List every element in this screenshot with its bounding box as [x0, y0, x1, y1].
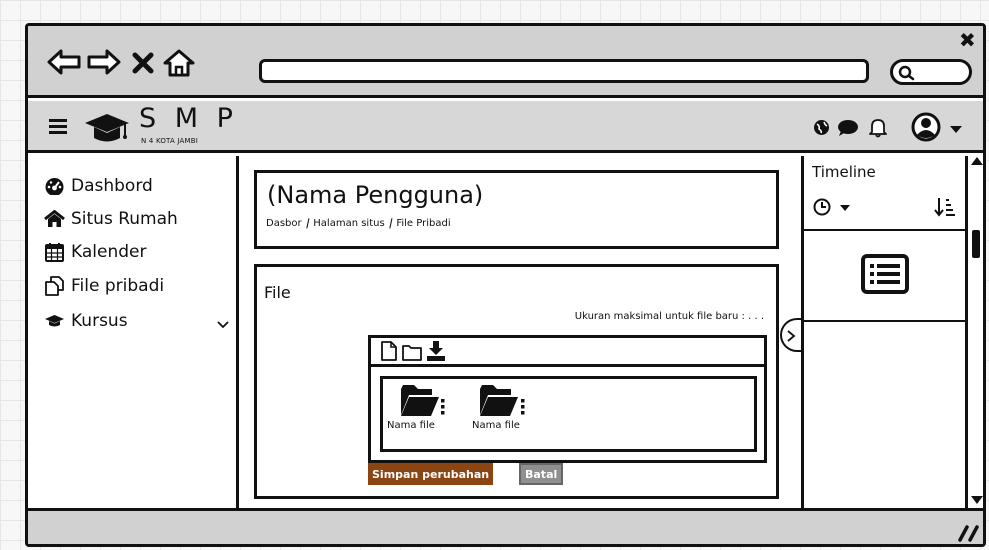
globe-icon[interactable] [813, 119, 830, 136]
new-file-icon[interactable] [380, 340, 398, 362]
calendar-icon [45, 243, 64, 262]
sidebar-item-label: File pribadi [71, 276, 165, 296]
home-nav-icon[interactable] [161, 48, 197, 78]
files-icon [45, 276, 64, 296]
file-card: File Ukuran maksimal untuk file baru : .… [254, 264, 779, 499]
cancel-button[interactable]: Batal [519, 463, 564, 485]
search-box[interactable] [890, 59, 972, 85]
timeline-title: Timeline [812, 163, 876, 181]
chevron-right-icon [787, 330, 796, 342]
sidebar-item-kalender[interactable]: Kalender [44, 242, 146, 262]
status-bar [28, 508, 983, 544]
resize-handle-icon[interactable] [958, 523, 980, 543]
breadcrumb: Dasbor | Halaman situs | File Pribadi [266, 218, 451, 229]
sidebar-item-situs-rumah[interactable]: Situs Rumah [44, 209, 178, 229]
sidebar-item-file-pribadi[interactable]: File pribadi [44, 276, 164, 296]
file-picker-toolbar [380, 340, 446, 362]
sidebar-item-label: Situs Rumah [71, 209, 178, 229]
scroll-down-arrow-icon[interactable] [970, 495, 984, 505]
file-area: Nama file Nama file [380, 376, 757, 452]
max-size-note: Ukuran maksimal untuk file baru : . . . [574, 311, 764, 322]
sidebar-item-kursus[interactable]: Kursus [44, 311, 128, 331]
sidebar-item-label: Dashbord [71, 176, 153, 196]
back-arrow-icon[interactable] [46, 48, 82, 76]
breadcrumb-separator: | [304, 218, 311, 229]
graduation-cap-icon [45, 315, 64, 327]
dashboard-icon [45, 178, 64, 195]
address-bar[interactable] [259, 59, 869, 83]
chat-icon[interactable] [837, 119, 859, 137]
notification-bell-icon[interactable] [868, 117, 888, 138]
sidebar-item-label: Kalender [71, 242, 147, 262]
list-icon [861, 254, 909, 294]
timeline-panel: Timeline [801, 156, 965, 508]
save-changes-button[interactable]: Simpan perubahan [368, 463, 494, 485]
timeline-divider [804, 229, 965, 231]
logo-subtitle: N 4 KOTA JAMBI [141, 137, 199, 145]
file-name: Nama file [387, 420, 435, 431]
filter-dropdown-icon[interactable] [838, 204, 852, 212]
logo-title: S M P [139, 103, 238, 134]
sidebar-item-label: Kursus [71, 311, 128, 331]
sidebar: Dashbord Situs Rumah Kalender File priba… [28, 156, 239, 508]
breadcrumb-item-dasbor[interactable]: Dasbor [266, 218, 302, 229]
browser-toolbar: ✖ [28, 26, 983, 98]
toolbar-divider [371, 364, 764, 367]
file-name: Nama file [472, 420, 520, 431]
window-close-icon[interactable]: ✖ [959, 28, 976, 52]
clock-icon[interactable] [813, 197, 833, 217]
sidebar-item-dashboard[interactable]: Dashbord [44, 176, 153, 196]
search-icon [898, 65, 915, 81]
chevron-down-icon[interactable] [216, 320, 230, 330]
scrollbar-thumb[interactable] [972, 230, 980, 258]
timeline-divider [804, 320, 965, 322]
app-header: S M P N 4 KOTA JAMBI [28, 101, 983, 153]
download-icon[interactable] [426, 340, 446, 362]
scroll-up-arrow-icon[interactable] [970, 156, 984, 166]
breadcrumb-item-halaman-situs[interactable]: Halaman situs [313, 218, 384, 229]
folder-open-icon [401, 385, 445, 416]
stop-close-icon[interactable] [131, 52, 155, 74]
file-heading: File [264, 283, 291, 302]
browser-window: ✖ S M P N 4 KOTA JAMBI Dashbord Situs Ru… [25, 23, 986, 547]
hamburger-menu-icon[interactable] [49, 118, 69, 134]
forward-arrow-icon[interactable] [86, 48, 122, 76]
breadcrumb-item-file-pribadi[interactable]: File Pribadi [396, 218, 450, 229]
graduation-cap-logo-icon [85, 114, 129, 142]
main-content: (Nama Pengguna) Dasbor | Halaman situs |… [242, 156, 801, 508]
scrollbar[interactable] [965, 156, 984, 508]
home-icon [44, 210, 65, 227]
avatar-dropdown-icon[interactable] [949, 124, 963, 134]
folder-open-icon [480, 385, 525, 416]
file-picker: Nama file Nama file [368, 335, 767, 463]
file-item[interactable]: Nama file [472, 383, 532, 431]
page-header-card: (Nama Pengguna) Dasbor | Halaman situs |… [254, 170, 779, 249]
user-avatar-icon[interactable] [911, 112, 945, 144]
breadcrumb-separator: | [387, 218, 394, 229]
file-item[interactable]: Nama file [387, 383, 447, 431]
page-title: (Nama Pengguna) [267, 181, 484, 209]
new-folder-icon[interactable] [401, 342, 423, 362]
sort-icon[interactable] [934, 196, 956, 218]
